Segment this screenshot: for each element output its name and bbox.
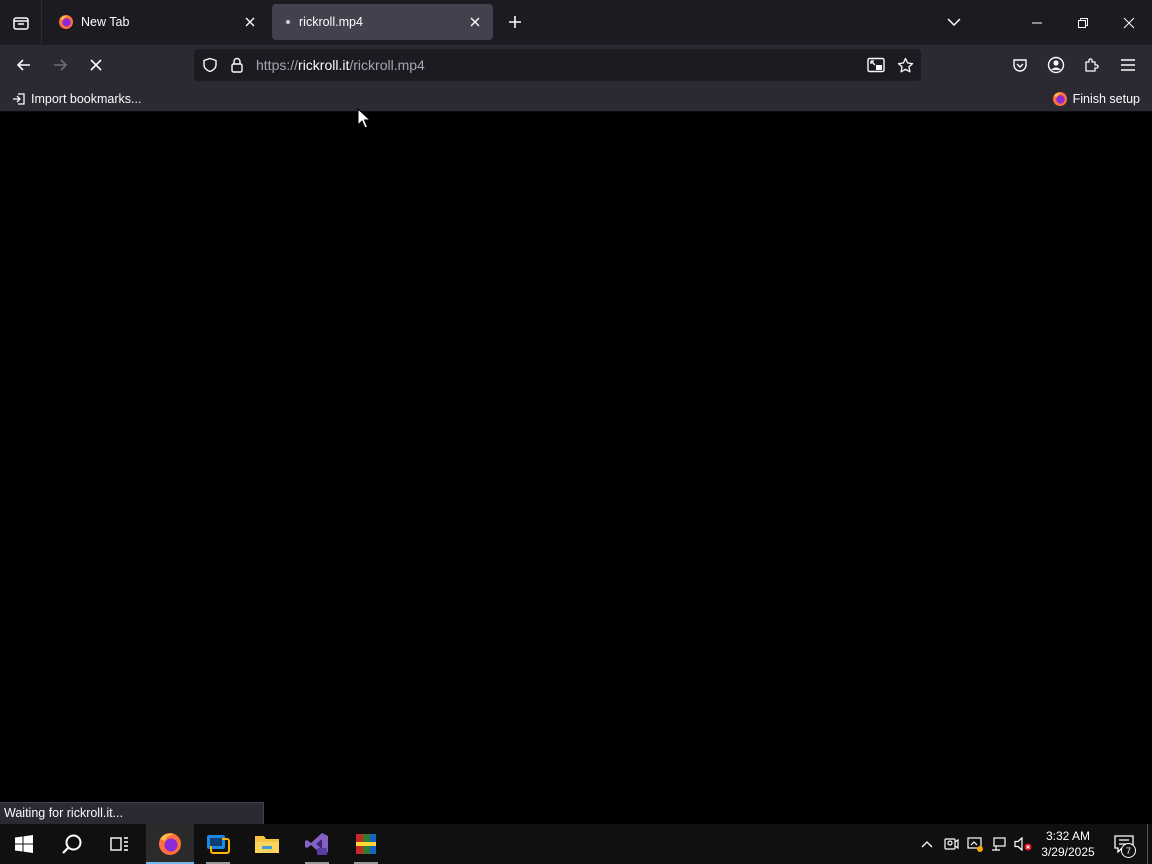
- back-button[interactable]: [9, 50, 39, 80]
- firefox-view-icon: [12, 16, 29, 30]
- url-bar[interactable]: https://rickroll.it/rickroll.mp4: [194, 49, 921, 81]
- extensions-button[interactable]: [1077, 50, 1107, 80]
- chevron-up-icon: [921, 841, 933, 848]
- taskbar-file-explorer[interactable]: [243, 824, 291, 864]
- tab-rickroll[interactable]: rickroll.mp4: [272, 4, 493, 40]
- restore-button[interactable]: [1060, 0, 1106, 45]
- task-view-icon: [110, 837, 128, 851]
- tab-title: New Tab: [81, 15, 130, 29]
- remote-desktop-icon: [207, 835, 230, 854]
- app-menu-button[interactable]: [1113, 50, 1143, 80]
- search-icon: [62, 834, 82, 854]
- finish-setup-label: Finish setup: [1072, 91, 1140, 106]
- firefox-logo-icon: [1052, 91, 1067, 106]
- taskbar-visual-studio[interactable]: [293, 824, 341, 864]
- firefox-view-button[interactable]: [0, 0, 42, 45]
- search-button[interactable]: [48, 824, 96, 864]
- mouse-cursor-icon: [357, 108, 371, 129]
- winrar-icon: [356, 834, 376, 854]
- tracking-protection-shield-icon[interactable]: [201, 56, 219, 74]
- puzzle-icon: [1085, 58, 1099, 72]
- url-path: /rickroll.mp4: [349, 57, 425, 73]
- close-icon: [1123, 17, 1135, 28]
- close-tab-icon[interactable]: [467, 14, 483, 30]
- taskbar-winrar[interactable]: [342, 824, 390, 864]
- meet-now-icon: [944, 838, 959, 850]
- tray-windows-update[interactable]: [964, 824, 986, 864]
- picture-in-picture-icon[interactable]: [867, 56, 885, 74]
- network-icon: [992, 837, 1006, 851]
- chevron-down-icon: [947, 18, 961, 27]
- account-icon: [1047, 56, 1065, 74]
- task-view-button[interactable]: [96, 824, 144, 864]
- pocket-icon: [1013, 59, 1027, 72]
- import-bookmarks-label: Import bookmarks...: [31, 91, 142, 106]
- minimize-button[interactable]: [1014, 0, 1060, 45]
- forward-button[interactable]: [45, 50, 75, 80]
- firefox-logo-icon: [59, 15, 73, 29]
- hamburger-menu-icon: [1121, 59, 1135, 71]
- windows-update-icon: [967, 837, 983, 852]
- lock-icon[interactable]: [228, 56, 246, 74]
- stop-loading-button[interactable]: [81, 50, 111, 80]
- tab-title: rickroll.mp4: [299, 15, 363, 29]
- url-host: rickroll.it: [298, 57, 350, 73]
- windows-start-icon: [15, 835, 33, 853]
- tab-strip: New Tab rickroll.mp4: [0, 0, 1152, 45]
- clock-time: 3:32 AM: [1045, 829, 1091, 843]
- arrow-left-icon: [16, 59, 30, 71]
- loading-dot-icon: [286, 20, 290, 24]
- url-scheme: https://: [256, 57, 299, 73]
- notification-count: 7: [1121, 843, 1136, 858]
- import-icon: [13, 92, 25, 105]
- new-tab-button[interactable]: [502, 8, 528, 36]
- start-button[interactable]: [0, 824, 48, 864]
- page-content[interactable]: Waiting for rickroll.it...: [0, 113, 1152, 824]
- visual-studio-icon: [305, 833, 328, 855]
- show-desktop-button[interactable]: [1147, 824, 1152, 864]
- volume-muted-icon: [1014, 836, 1032, 852]
- pocket-button[interactable]: [1005, 50, 1035, 80]
- close-tab-icon[interactable]: [242, 14, 258, 30]
- arrow-right-icon: [54, 59, 68, 71]
- tab-new-tab[interactable]: New Tab: [46, 4, 268, 40]
- clock-date: 3/29/2025: [1041, 845, 1095, 859]
- url-text[interactable]: https://rickroll.it/rickroll.mp4: [256, 57, 425, 73]
- bookmarks-toolbar: Import bookmarks... Finish setup: [0, 85, 1152, 112]
- tray-meet-now[interactable]: [940, 824, 962, 864]
- close-window-button[interactable]: [1106, 0, 1152, 45]
- list-all-tabs-button[interactable]: [940, 8, 968, 36]
- taskbar-remote-desktop[interactable]: [194, 824, 242, 864]
- account-button[interactable]: [1041, 50, 1071, 80]
- navigation-toolbar: https://rickroll.it/rickroll.mp4: [0, 45, 1152, 85]
- taskbar-firefox[interactable]: [146, 824, 194, 864]
- status-panel: Waiting for rickroll.it...: [0, 802, 264, 824]
- restore-icon: [1078, 17, 1088, 28]
- taskbar: 3:32 AM 3/29/2025 7: [0, 824, 1152, 864]
- show-hidden-icons-button[interactable]: [916, 824, 938, 864]
- plus-icon: [509, 16, 521, 28]
- bookmark-star-icon[interactable]: [896, 56, 914, 74]
- stop-icon: [90, 59, 102, 71]
- finish-setup-button[interactable]: Finish setup: [1052, 89, 1140, 108]
- tray-volume-muted[interactable]: [1012, 824, 1034, 864]
- minimize-icon: [1032, 22, 1042, 23]
- import-bookmarks-button[interactable]: Import bookmarks...: [12, 89, 141, 108]
- action-center-button[interactable]: 7: [1104, 824, 1144, 864]
- firefox-icon: [159, 833, 181, 855]
- clock[interactable]: 3:32 AM 3/29/2025: [1038, 828, 1098, 860]
- file-explorer-icon: [255, 836, 279, 853]
- tray-network[interactable]: [988, 824, 1010, 864]
